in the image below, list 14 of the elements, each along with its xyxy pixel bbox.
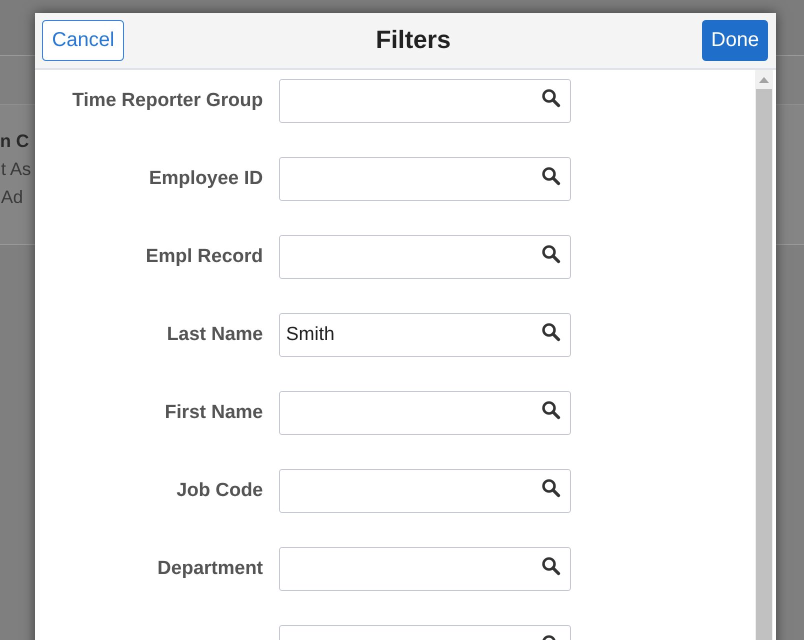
background-text: t As (1, 158, 32, 181)
dialog-title: Filters (376, 26, 451, 55)
background-text: Ad (1, 186, 24, 209)
field-label: Department (156, 558, 264, 580)
cancel-button[interactable]: Cancel (42, 20, 124, 61)
field-label: Time Reporter Group (71, 90, 264, 112)
field-label: Employee ID (148, 168, 264, 190)
done-button[interactable]: Done (702, 20, 768, 61)
field-label: Job Code (175, 480, 264, 502)
background-text: n C (0, 130, 29, 153)
search-field[interactable]: Smith (279, 313, 571, 357)
field-label: Empl Record (144, 246, 264, 268)
field-label: Last Name (166, 324, 264, 346)
field-label: First Name (164, 402, 264, 424)
